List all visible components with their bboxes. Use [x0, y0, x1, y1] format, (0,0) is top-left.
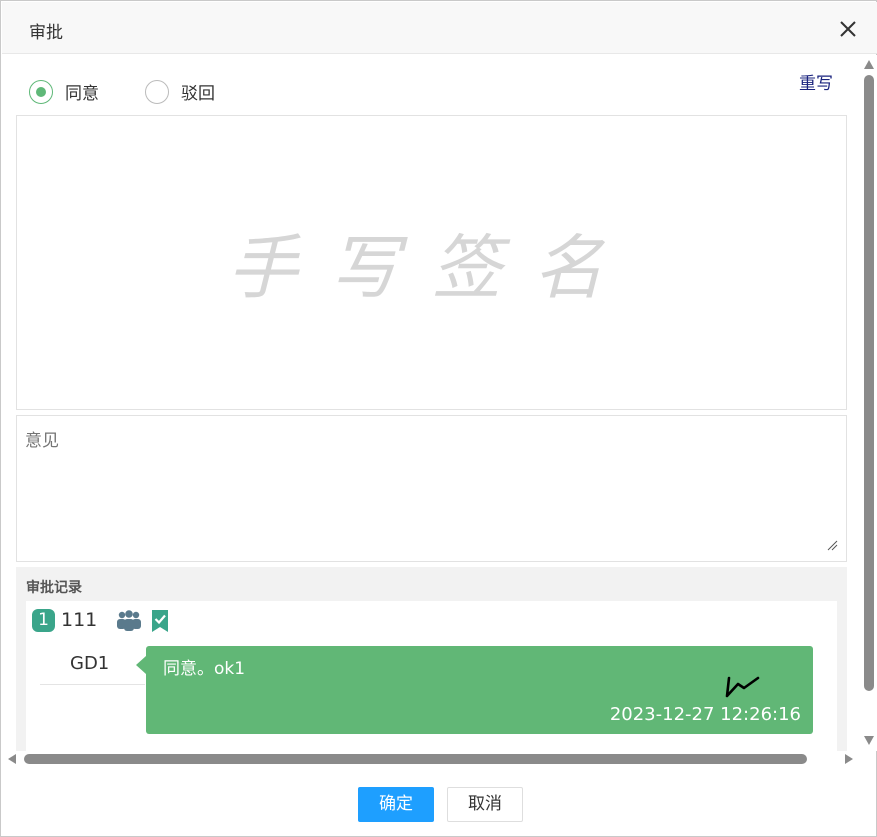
signature-image [725, 676, 760, 698]
rewrite-signature-link[interactable]: 重写 [799, 69, 833, 94]
approval-time: 2023-12-27 12:26:16 [609, 704, 801, 725]
cancel-button[interactable]: 取消 [447, 787, 523, 822]
scroll-down-icon[interactable] [864, 736, 874, 745]
approval-comment: 同意。ok1 [163, 659, 246, 679]
approval-dialog: 审批 同意 驳回 重写 手写签名 审批记录 1 111 [0, 0, 877, 837]
opinion-textarea[interactable] [16, 415, 847, 562]
dialog-titlebar: 审批 [2, 2, 877, 54]
approve-radio-label: 同意 [65, 84, 99, 104]
signature-pad[interactable]: 手写签名 [16, 115, 847, 410]
approver-divider [40, 684, 145, 685]
reject-radio-label: 驳回 [181, 84, 215, 104]
vertical-scrollbar[interactable] [861, 55, 877, 751]
resize-grip-icon[interactable] [826, 539, 838, 551]
dialog-content: 同意 驳回 重写 手写签名 审批记录 1 111 [2, 55, 861, 751]
horizontal-scrollbar[interactable] [2, 751, 861, 767]
reject-radio[interactable]: 驳回 [145, 79, 215, 104]
signature-placeholder: 手写签名 [227, 227, 636, 309]
history-step-card: 1 111 GD1 同意。ok1 2023-12-27 12:26:16 [26, 601, 837, 751]
step-name: 111 [61, 609, 98, 631]
approve-radio-circle[interactable] [29, 79, 53, 104]
scroll-left-icon[interactable] [8, 754, 16, 764]
horizontal-scroll-thumb[interactable] [24, 754, 807, 764]
dialog-title: 审批 [29, 23, 63, 43]
vertical-scroll-thumb[interactable] [864, 75, 874, 691]
group-icon [117, 610, 141, 631]
approval-comment-bubble: 同意。ok1 2023-12-27 12:26:16 [136, 646, 813, 734]
close-icon[interactable] [838, 19, 858, 39]
approval-history: 审批记录 1 111 GD1 同意。ok1 2023-12-27 12:26:1… [16, 567, 847, 751]
approval-history-title: 审批记录 [26, 580, 82, 596]
confirm-button[interactable]: 确定 [358, 787, 434, 822]
scroll-up-icon[interactable] [864, 60, 874, 69]
approved-icon [152, 610, 168, 632]
approver-name: GD1 [70, 653, 110, 674]
step-index-badge: 1 [32, 609, 55, 632]
reject-radio-circle[interactable] [145, 79, 169, 104]
scroll-right-icon[interactable] [845, 754, 853, 764]
approve-radio[interactable]: 同意 [29, 79, 99, 104]
